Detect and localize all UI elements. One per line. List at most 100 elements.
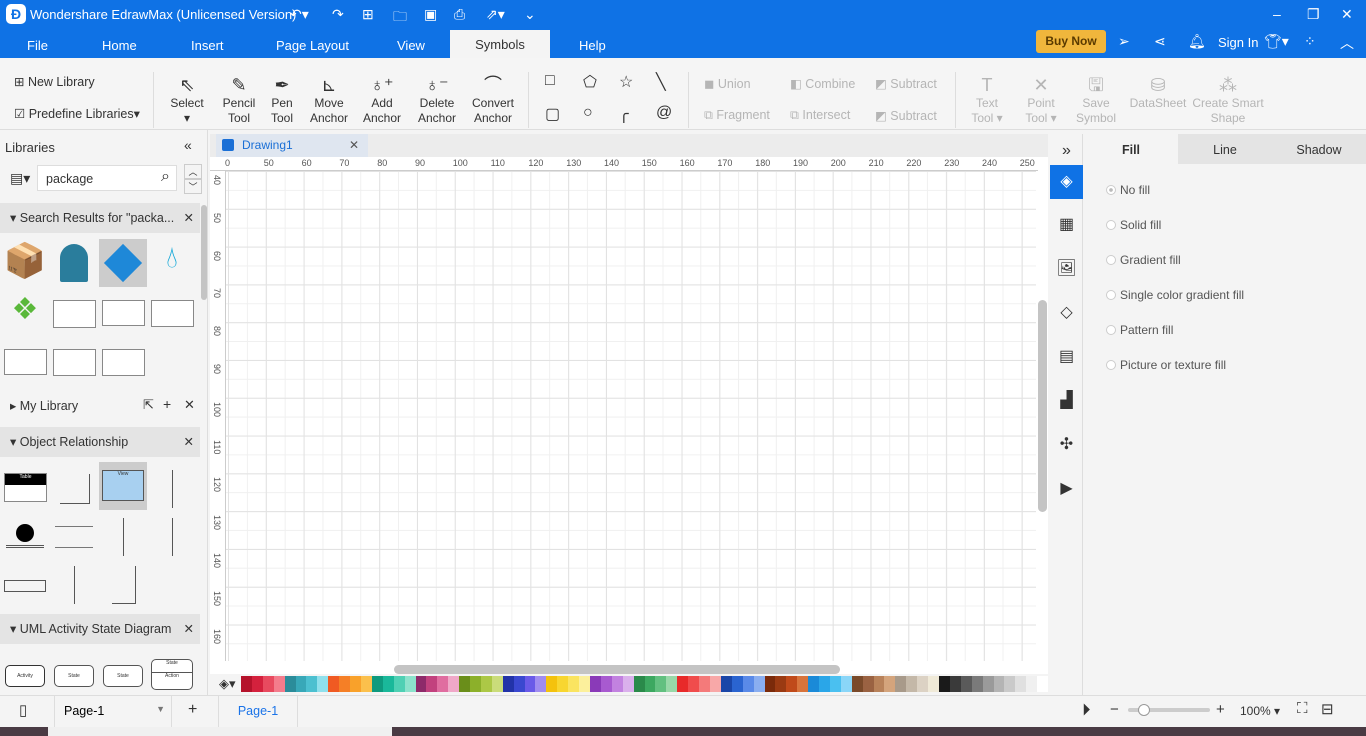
my-library-header[interactable]: ▸ My Library: [10, 398, 78, 413]
activity-symbol[interactable]: Activity: [5, 665, 45, 687]
arc-shape-icon[interactable]: ╭: [619, 104, 629, 124]
connector-symbol[interactable]: [60, 474, 90, 504]
search-results-header[interactable]: ▾ Search Results for "packa... ✕: [0, 203, 200, 233]
share-icon[interactable]: ⋖: [1154, 33, 1166, 50]
fit-width-icon[interactable]: ⊟: [1321, 700, 1334, 718]
color-swatch[interactable]: [513, 676, 525, 692]
predefine-libraries-button[interactable]: ☑ Predefine Libraries▾: [14, 106, 140, 121]
uml-activity-header[interactable]: ▾ UML Activity State Diagram ✕: [0, 614, 200, 644]
restore-button[interactable]: ❐: [1307, 6, 1320, 23]
color-swatch[interactable]: [644, 676, 656, 692]
color-swatch[interactable]: [960, 676, 972, 692]
fill-bucket-icon[interactable]: ◈▾: [219, 676, 236, 692]
intersect-button[interactable]: ⧉ Intersect: [790, 108, 850, 123]
arrow-symbol[interactable]: [172, 518, 173, 556]
color-swatch[interactable]: [884, 676, 896, 692]
combine-button[interactable]: ◧ Combine: [790, 76, 855, 91]
color-swatch[interactable]: [459, 676, 471, 692]
color-swatch[interactable]: [840, 676, 852, 692]
fit-panel-icon[interactable]: ✣: [1050, 428, 1083, 462]
initial-state-symbol[interactable]: [16, 524, 34, 542]
cube-package-symbol[interactable]: [99, 239, 147, 287]
color-swatch[interactable]: [273, 676, 285, 692]
color-swatch[interactable]: [350, 676, 361, 692]
color-swatch[interactable]: [895, 676, 907, 692]
vertical-scrollbar[interactable]: [1038, 300, 1047, 512]
color-swatch[interactable]: [295, 676, 307, 692]
color-swatch[interactable]: [262, 676, 274, 692]
color-swatch[interactable]: [742, 676, 754, 692]
play-presentation-icon[interactable]: ⏵: [1082, 700, 1091, 720]
menu-view[interactable]: View: [397, 38, 425, 53]
page-tab-page-1[interactable]: Page-1: [218, 695, 298, 727]
color-swatch[interactable]: [829, 676, 841, 692]
new-library-button[interactable]: ⊞ New Library: [14, 74, 95, 89]
scroll-down-button[interactable]: ﹀: [184, 179, 202, 194]
color-swatch[interactable]: [928, 676, 939, 692]
grid-panel-icon[interactable]: ▦: [1050, 208, 1083, 242]
presentation-panel-icon[interactable]: ▶: [1050, 472, 1083, 506]
pattern-fill-radio[interactable]: Pattern fill: [1106, 323, 1173, 337]
menu-help[interactable]: Help: [579, 38, 606, 53]
view-symbol[interactable]: View: [99, 462, 147, 510]
tab-line[interactable]: Line: [1178, 134, 1272, 164]
page-select-dropdown[interactable]: Page-1 ▼: [54, 695, 172, 727]
star-shape-icon[interactable]: ☆: [619, 72, 633, 92]
color-swatch[interactable]: [1037, 676, 1049, 692]
no-fill-radio[interactable]: No fill: [1106, 183, 1150, 197]
point-tool-button[interactable]: ✕ Point Tool ▾: [1020, 74, 1062, 126]
color-swatch[interactable]: [851, 676, 863, 692]
package-folder-symbol[interactable]: [53, 300, 96, 328]
add-page-button[interactable]: +: [188, 701, 197, 719]
color-swatch[interactable]: [382, 676, 394, 692]
zoom-level-dropdown[interactable]: 100% ▾: [1240, 704, 1280, 718]
package-folder-symbol[interactable]: [102, 349, 145, 376]
line-symbol[interactable]: [6, 545, 44, 548]
print-icon[interactable]: ⎙: [454, 6, 465, 23]
split-bar-symbol[interactable]: [4, 580, 46, 592]
fragment-button[interactable]: ⧉ Fragment: [704, 108, 770, 123]
subtract-front-button[interactable]: ◩ Subtract: [875, 108, 937, 123]
color-swatch[interactable]: [535, 676, 547, 692]
menu-symbols[interactable]: Symbols: [450, 30, 550, 58]
box-package-symbol[interactable]: 📦: [3, 241, 47, 285]
theme-shirt-icon[interactable]: 👕︎▾: [1264, 33, 1289, 50]
bell-icon[interactable]: 🔔︎: [1188, 33, 1206, 50]
color-swatch[interactable]: [568, 676, 580, 692]
library-menu-icon[interactable]: ▤▾: [10, 170, 30, 187]
circle-shape-icon[interactable]: ○: [583, 104, 593, 122]
library-search-field[interactable]: package ⌕: [37, 165, 177, 191]
solid-fill-radio[interactable]: Solid fill: [1106, 218, 1161, 232]
color-swatch[interactable]: [1026, 676, 1038, 692]
layers-panel-icon[interactable]: ◇: [1050, 296, 1083, 330]
close-section-icon[interactable]: ✕: [184, 427, 194, 457]
menu-insert[interactable]: Insert: [191, 38, 224, 53]
color-swatch[interactable]: [709, 676, 721, 692]
package-folder-symbol[interactable]: [53, 349, 96, 376]
color-swatch[interactable]: [699, 676, 710, 692]
color-swatch[interactable]: [622, 676, 634, 692]
color-swatch[interactable]: [611, 676, 623, 692]
color-swatch[interactable]: [993, 676, 1005, 692]
color-swatch[interactable]: [786, 676, 798, 692]
package-folder-symbol[interactable]: [102, 300, 145, 326]
pencil-tool-button[interactable]: ✎ Pencil Tool: [218, 74, 260, 126]
color-swatch[interactable]: [917, 676, 929, 692]
color-swatch[interactable]: [404, 676, 416, 692]
move-anchor-button[interactable]: ⊾ Move Anchor: [306, 74, 352, 126]
rounded-rectangle-shape-icon[interactable]: ▢: [545, 104, 560, 124]
color-swatch[interactable]: [524, 676, 536, 692]
subtract-button[interactable]: ◩ Subtract: [875, 76, 937, 91]
buy-now-button[interactable]: Buy Now: [1036, 30, 1106, 53]
color-swatch[interactable]: [371, 676, 383, 692]
convert-anchor-button[interactable]: ⌒ Convert Anchor: [468, 74, 518, 126]
zoom-in-button[interactable]: +: [1216, 701, 1225, 718]
color-swatch[interactable]: [819, 676, 830, 692]
color-swatch[interactable]: [251, 676, 263, 692]
color-swatch[interactable]: [284, 676, 296, 692]
search-icon[interactable]: ⌕: [161, 168, 170, 186]
fill-panel-icon[interactable]: ◈: [1050, 165, 1083, 199]
connector-symbol[interactable]: [112, 566, 136, 604]
color-swatch[interactable]: [470, 676, 481, 692]
arrow-symbol[interactable]: [74, 566, 75, 604]
